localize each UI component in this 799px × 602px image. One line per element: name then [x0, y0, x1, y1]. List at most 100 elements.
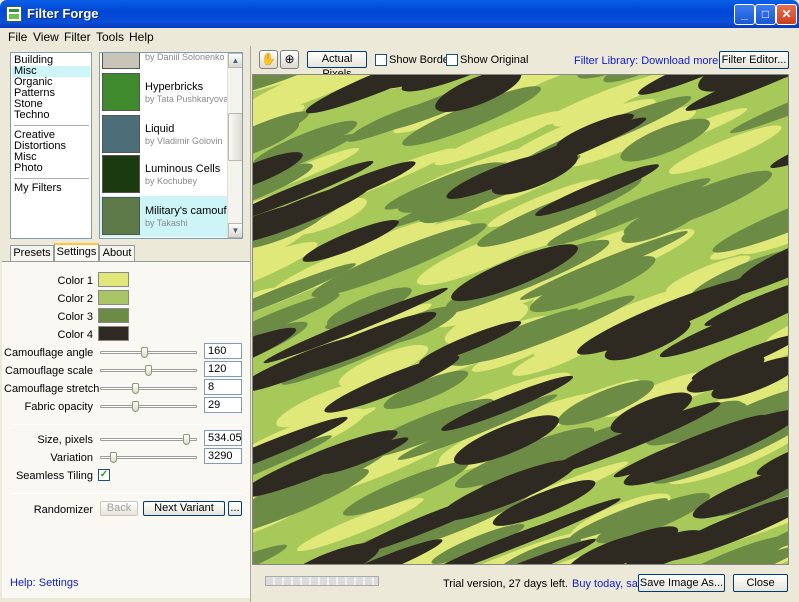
- filter-name: Hyperbricks: [145, 81, 204, 93]
- category-item[interactable]: Techno: [14, 110, 49, 121]
- camouflage-stretch-slider[interactable]: [100, 383, 197, 394]
- slider-knob[interactable]: [183, 434, 190, 445]
- camouflage-scale-input[interactable]: 120: [204, 361, 242, 377]
- filter-author: by Daniil Solonenko: [145, 52, 225, 62]
- scroll-thumb[interactable]: [228, 113, 242, 161]
- filter-item[interactable]: by Daniil Solonenko: [100, 52, 228, 71]
- color-4-label: Color 4: [57, 329, 93, 341]
- filter-thumbnail: [102, 115, 140, 153]
- slider-knob[interactable]: [132, 401, 139, 412]
- menu-filter[interactable]: Filter: [64, 28, 91, 46]
- color-1-label: Color 1: [57, 275, 93, 287]
- show-border-checkbox[interactable]: [375, 54, 387, 66]
- category-item[interactable]: Photo: [14, 163, 43, 174]
- window-title: Filter Forge: [27, 6, 99, 21]
- filter-list-scrollbar[interactable]: ▲ ▼: [227, 53, 242, 238]
- color-4-swatch[interactable]: [98, 326, 129, 341]
- filter-list: by Daniil Solonenko Hyperbricks by Tata …: [99, 52, 243, 239]
- filter-thumbnail: [102, 197, 140, 235]
- camouflage-stretch-label: Camouflage stretch: [4, 383, 100, 395]
- tab-settings[interactable]: Settings: [54, 243, 99, 262]
- menu-file[interactable]: File: [8, 28, 27, 46]
- slider-knob[interactable]: [145, 365, 152, 376]
- color-2-label: Color 2: [57, 293, 93, 305]
- filter-author: by Tata Pushkaryova: [145, 94, 229, 104]
- back-button[interactable]: Back: [100, 501, 138, 516]
- maximize-button[interactable]: □: [755, 4, 776, 25]
- show-original-checkbox[interactable]: [446, 54, 458, 66]
- variation-label: Variation: [50, 452, 93, 464]
- tab-about[interactable]: About: [99, 245, 135, 261]
- menu-view[interactable]: View: [33, 28, 59, 46]
- camouflage-angle-input[interactable]: 160: [204, 343, 242, 359]
- scroll-up-icon[interactable]: ▲: [228, 53, 242, 68]
- app-icon: [6, 6, 22, 22]
- randomizer-more-button[interactable]: ...: [228, 501, 242, 516]
- filter-item[interactable]: Liquid by Vladimir Golovin: [100, 114, 228, 155]
- menu-tools[interactable]: Tools: [96, 28, 124, 46]
- color-3-label: Color 3: [57, 311, 93, 323]
- filter-item-selected[interactable]: Military's camouflag... by Takashi: [100, 196, 242, 237]
- menu-help[interactable]: Help: [129, 28, 154, 46]
- filter-author: by Vladimir Golovin: [145, 136, 223, 146]
- save-image-as-button[interactable]: Save Image As...: [638, 574, 725, 592]
- camo-blob: [253, 544, 288, 564]
- camouflage-scale-slider[interactable]: [100, 365, 197, 376]
- seamless-tiling-label: Seamless Tiling: [15, 470, 93, 482]
- close-window-button[interactable]: ✕: [776, 4, 797, 25]
- filter-author: by Kochubey: [145, 176, 198, 186]
- scroll-down-icon[interactable]: ▼: [228, 223, 242, 238]
- variation-slider[interactable]: [100, 452, 197, 463]
- trial-status-text: Trial version, 27 days left.: [443, 578, 568, 590]
- tab-presets[interactable]: Presets: [10, 245, 54, 261]
- color-3-swatch[interactable]: [98, 308, 129, 323]
- camouflage-angle-slider[interactable]: [100, 347, 197, 358]
- preview-image[interactable]: [252, 74, 789, 565]
- camouflage-angle-label: Camouflage angle: [4, 347, 94, 359]
- seamless-tiling-checkbox[interactable]: ✓: [98, 469, 110, 481]
- fabric-opacity-slider[interactable]: [100, 401, 197, 412]
- close-button[interactable]: Close: [733, 574, 788, 592]
- variation-input[interactable]: 3290: [204, 448, 242, 464]
- color-1-swatch[interactable]: [98, 272, 129, 287]
- randomizer-label: Randomizer: [33, 504, 93, 516]
- render-progress-bar: [265, 576, 379, 586]
- menu-bar: File View Filter Tools Help: [0, 28, 799, 46]
- category-divider: [14, 178, 89, 179]
- hand-tool-icon[interactable]: ✋: [259, 50, 278, 69]
- filter-item[interactable]: Hyperbricks by Tata Pushkaryova: [100, 72, 228, 113]
- camo-blob: [354, 564, 434, 565]
- fabric-opacity-input[interactable]: 29: [204, 397, 242, 413]
- size-label: Size, pixels: [37, 434, 93, 446]
- settings-divider: [10, 424, 242, 425]
- slider-knob[interactable]: [132, 383, 139, 394]
- filter-item[interactable]: Luminous Cells by Kochubey: [100, 154, 228, 195]
- slider-knob[interactable]: [110, 452, 117, 463]
- size-slider[interactable]: [100, 434, 197, 445]
- preview-toolbar: ✋ ⊕ Actual Pixels Show Border Show Origi…: [252, 46, 799, 80]
- filter-thumbnail: [102, 73, 140, 111]
- help-settings-link[interactable]: Help: Settings: [10, 577, 78, 589]
- left-panel: Building Misc Organic Patterns Stone Tec…: [0, 46, 251, 602]
- actual-pixels-button[interactable]: Actual Pixels: [307, 51, 367, 80]
- category-list: Building Misc Organic Patterns Stone Tec…: [10, 52, 92, 239]
- camouflage-stretch-input[interactable]: 8: [204, 379, 242, 395]
- color-2-swatch[interactable]: [98, 290, 129, 305]
- filter-editor-button[interactable]: Filter Editor...: [719, 51, 789, 69]
- settings-divider: [10, 493, 242, 494]
- minimize-button[interactable]: _: [734, 4, 755, 25]
- next-variant-button[interactable]: Next Variant: [143, 501, 225, 516]
- size-input[interactable]: 534.05: [204, 430, 242, 446]
- slider-knob[interactable]: [141, 347, 148, 358]
- filter-thumbnail: [102, 53, 140, 69]
- category-item-my-filters[interactable]: My Filters: [14, 183, 62, 194]
- title-bar: Filter Forge _ □ ✕: [0, 0, 799, 28]
- zoom-tool-icon[interactable]: ⊕: [280, 50, 299, 69]
- camouflage-scale-label: Camouflage scale: [4, 365, 93, 377]
- filter-thumbnail: [102, 155, 140, 193]
- filter-author: by Takashi: [145, 218, 188, 228]
- fabric-opacity-label: Fabric opacity: [24, 401, 93, 413]
- show-border-label: Show Border: [389, 54, 453, 66]
- filter-name: Liquid: [145, 123, 175, 135]
- category-divider: [14, 125, 89, 126]
